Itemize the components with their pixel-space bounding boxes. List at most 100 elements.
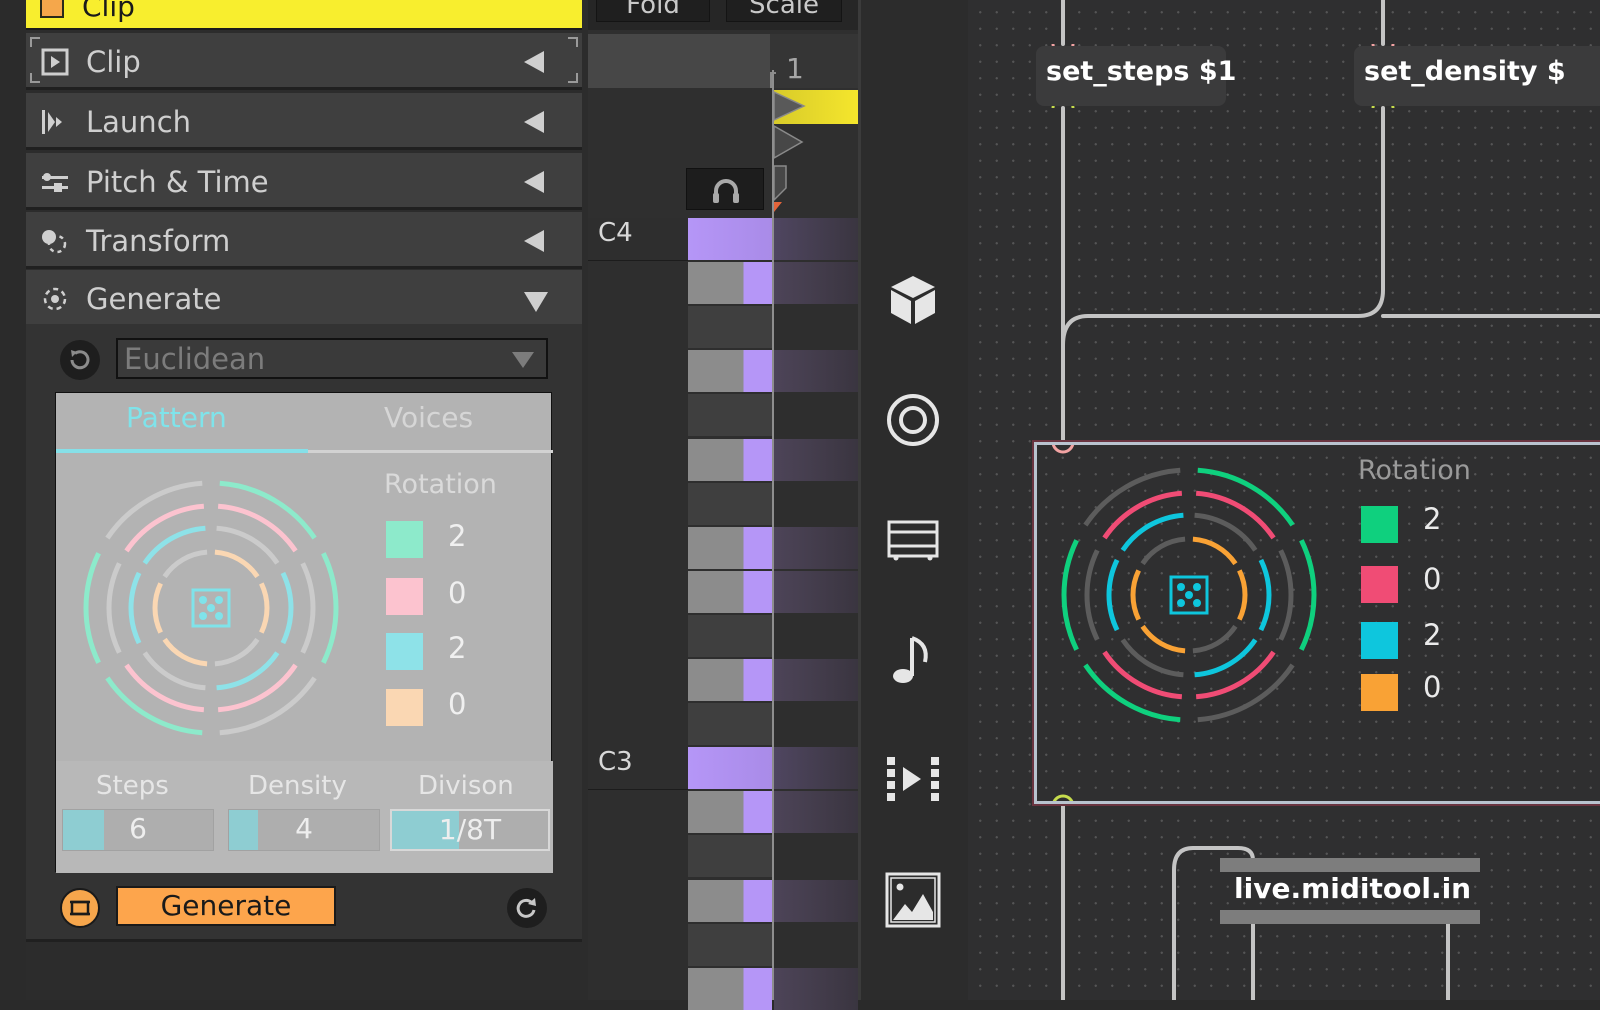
tab-pattern[interactable]: Pattern [126,401,227,434]
dice-icon[interactable] [1169,575,1209,615]
patch-cord[interactable] [1061,106,1385,347]
playhead-line [772,70,774,1000]
euclidean-rings[interactable] [76,473,346,743]
clip-icon[interactable] [885,512,941,568]
key-lane-right [774,835,858,878]
auto-generate-toggle[interactable] [60,888,100,928]
rotation-value[interactable]: 2 [1423,618,1441,652]
rotation-row[interactable]: 2 [1361,502,1561,546]
message-set-density[interactable]: set_density $ [1354,46,1600,106]
algorithm-select[interactable]: Euclidean [116,338,548,379]
rotation-value[interactable]: 0 [448,687,466,721]
key-lane-left [688,879,772,922]
generate-button[interactable]: Generate [116,886,336,926]
key-lane-right [774,923,858,966]
step-arc [216,525,280,565]
redo-icon [516,898,536,918]
rotation-value[interactable]: 2 [1423,502,1441,536]
end-marker-icon[interactable] [773,165,787,202]
object-outlet-bar [1220,910,1480,924]
section-transform[interactable]: Transform [26,212,582,269]
key-lane-right [774,967,858,1010]
parameter-strip: Steps Density Divison 6 4 1/8T [56,761,553,873]
rotation-value[interactable]: 2 [448,519,466,553]
dice-icon[interactable] [191,588,231,628]
key-lane-right [774,659,858,702]
reset-button[interactable] [60,340,100,380]
step-arc [1140,536,1186,566]
key-lane-left [688,967,772,1010]
step-arc [83,552,101,664]
step-arc [142,651,206,691]
rotation-row[interactable]: 0 [1361,562,1561,606]
start-marker-icon[interactable] [773,90,806,122]
step-arc [1278,549,1294,641]
step-arc [214,549,260,579]
marker-lanes [588,88,858,218]
beat-ruler[interactable]: 1 [588,34,858,88]
collapse-arrow-icon[interactable] [524,230,544,252]
note-label-c3: C3 [598,747,633,778]
loop-start-marker-icon[interactable] [773,124,804,160]
clip-color-swatch[interactable] [40,0,64,18]
density-field[interactable]: 4 [228,809,380,851]
rotation-value[interactable]: 0 [1423,670,1441,704]
note-icon[interactable] [885,632,941,688]
voice-color-swatch [386,521,423,558]
rotation-title: Rotation [1358,455,1471,486]
step-arc [1258,558,1272,632]
package-icon[interactable] [885,272,941,328]
step-arc [300,562,316,654]
key-lane-right [774,262,858,305]
clip-title-bar[interactable]: Clip [26,0,582,30]
key-lane-right [774,306,858,349]
key-lane-right [774,747,858,790]
max-patcher[interactable]: set_steps $1 set_density $ Rotation 2 0 … [968,0,1600,1000]
rotation-value[interactable]: 0 [448,576,466,610]
redo-button[interactable] [507,888,547,928]
division-value: 1/8T [438,813,502,846]
collapse-arrow-icon[interactable] [524,111,544,133]
division-field[interactable]: 1/8T [390,809,550,851]
euclidean-rings[interactable] [1054,460,1324,730]
collapse-arrow-icon[interactable] [524,171,544,193]
generate-panel: Euclidean Pattern Voices Rotation 2 0 2 [26,324,582,942]
fold-button[interactable]: Fold [596,0,710,22]
note-grid[interactable]: C4 C3 [588,218,858,1010]
key-lane-left [688,703,772,746]
tab-voices[interactable]: Voices [384,401,473,434]
steps-label: Steps [96,771,169,801]
scale-button[interactable]: Scale [726,0,842,22]
rotation-value[interactable]: 2 [448,631,466,665]
sample-icon[interactable] [885,752,941,808]
target-icon[interactable] [885,392,941,448]
sliders-icon [42,173,68,192]
rotation-row[interactable]: 2 [1361,618,1561,662]
auto-generate-icon [70,900,90,916]
preview-button[interactable] [686,168,764,210]
step-arc [1237,569,1248,621]
section-generate[interactable]: Generate [26,270,582,327]
key-lane-left [688,394,772,437]
focus-corner-icon [30,73,40,83]
rotation-value[interactable]: 0 [1423,562,1441,596]
section-clip[interactable]: Clip [26,33,582,90]
section-pitch-time[interactable]: Pitch & Time [26,153,582,210]
tab-divider [308,450,553,453]
step-arc [142,525,206,565]
object-live-miditool-in[interactable]: live.miditool.in [1220,858,1480,924]
collapse-arrow-icon[interactable] [524,51,544,73]
expand-arrow-icon[interactable] [524,292,548,312]
generate-icon [43,287,67,311]
browser-icon-column [858,0,968,1000]
step-arc [214,637,260,667]
voice-color-swatch [386,578,423,615]
image-icon[interactable] [885,872,941,928]
octave-separator [588,260,688,261]
steps-field[interactable]: 6 [62,809,214,851]
section-launch[interactable]: Launch [26,93,582,150]
piano-roll-toolbar: Fold Scale [588,0,858,30]
message-set-steps[interactable]: set_steps $1 [1036,46,1236,106]
step-arc [259,582,270,634]
rotation-row[interactable]: 0 [1361,670,1561,714]
